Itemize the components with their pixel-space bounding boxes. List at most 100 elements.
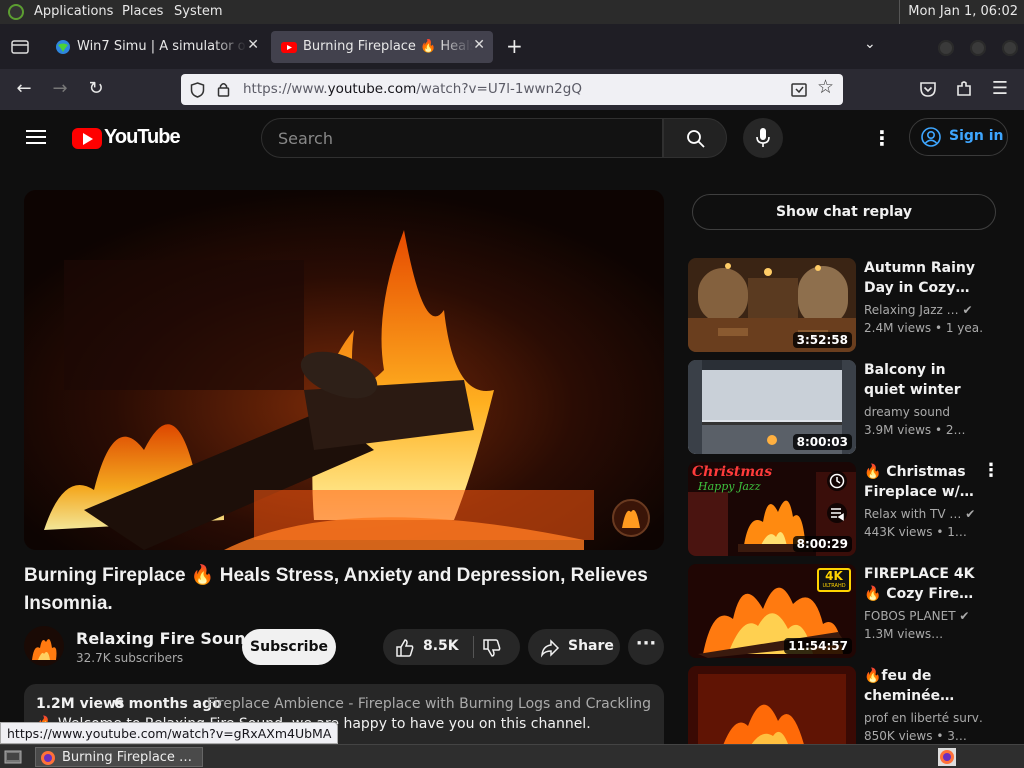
menu-system[interactable]: System bbox=[174, 4, 222, 19]
channel-name[interactable]: Relax with TV … ✔ bbox=[864, 507, 984, 521]
shield-icon[interactable] bbox=[190, 82, 205, 98]
verified-icon: ✔ bbox=[965, 507, 976, 521]
close-window-button[interactable] bbox=[1002, 40, 1018, 56]
add-to-queue-icon[interactable] bbox=[826, 502, 848, 524]
lock-icon[interactable] bbox=[217, 82, 230, 97]
more-options-icon[interactable]: ⋮ bbox=[872, 126, 892, 150]
thumbs-up-icon[interactable] bbox=[395, 638, 415, 658]
address-bar[interactable]: https://www.youtube.com/watch?v=U7l-1wwn… bbox=[181, 74, 843, 105]
sign-in-label: Sign in bbox=[949, 128, 1004, 144]
share-button[interactable]: Share bbox=[528, 629, 620, 665]
show-desktop-icon[interactable] bbox=[4, 749, 22, 765]
voice-search-button[interactable] bbox=[743, 118, 783, 158]
video-player[interactable] bbox=[24, 190, 664, 550]
feu-de-cheminee-image bbox=[688, 666, 856, 744]
minimize-button[interactable] bbox=[938, 40, 954, 56]
back-arrow-icon[interactable]: ← bbox=[13, 78, 35, 100]
close-tab-icon[interactable]: ✕ bbox=[247, 37, 259, 53]
gnome-foot-icon[interactable] bbox=[8, 4, 24, 20]
recommended-video[interactable]: 3:52:58 Autumn Rainy Day in Cozy… Relaxi… bbox=[688, 258, 1008, 352]
tab-label: Win7 Simu | A simulator of W bbox=[77, 39, 247, 54]
recommended-video[interactable]: 4K ULTRAHD 11:54:57 FIREPLACE 4K 🔥 Cozy … bbox=[688, 564, 1008, 658]
subscribe-button[interactable]: Subscribe bbox=[242, 629, 336, 665]
show-chat-replay-button[interactable]: Show chat replay bbox=[692, 194, 996, 230]
share-label: Share bbox=[568, 638, 614, 654]
divider bbox=[473, 636, 474, 658]
share-icon bbox=[540, 639, 560, 658]
search-button[interactable] bbox=[663, 118, 727, 158]
channel-name[interactable]: Relaxing Fire Sound bbox=[76, 629, 257, 648]
taskbar-item-firefox[interactable]: Burning Fireplace … bbox=[35, 747, 203, 767]
video-tags[interactable]: Fireplace Ambience - Fireplace with Burn… bbox=[207, 696, 653, 712]
thumbnail-text: Happy Jazz bbox=[698, 480, 761, 493]
close-tab-icon[interactable]: ✕ bbox=[473, 37, 485, 53]
extensions-icon[interactable] bbox=[955, 80, 973, 98]
recommended-video[interactable]: Christmas Happy Jazz 8:00:29 🔥 Christmas… bbox=[688, 460, 1008, 556]
pocket-icon[interactable] bbox=[919, 80, 937, 98]
search-icon bbox=[687, 130, 705, 148]
duration-badge: 8:00:29 bbox=[792, 536, 852, 552]
duration-badge: 11:54:57 bbox=[784, 638, 852, 654]
new-tab-icon[interactable]: + bbox=[506, 34, 523, 58]
bookmark-star-icon[interactable]: ☆ bbox=[817, 76, 834, 98]
url-text[interactable]: https://www.youtube.com/watch?v=U7l-1wwn… bbox=[243, 81, 582, 97]
video-title[interactable]: Autumn Rainy Day in Cozy… bbox=[864, 258, 986, 298]
duration-badge: 8:00:03 bbox=[792, 434, 852, 450]
reader-view-icon[interactable] bbox=[791, 82, 807, 98]
system-clock[interactable]: Mon Jan 1, 06:02 bbox=[899, 0, 1024, 24]
video-title[interactable]: Balcony in quiet winter mountain… bbox=[864, 360, 986, 400]
firefox-launcher-icon[interactable] bbox=[938, 748, 956, 766]
video-title[interactable]: FIREPLACE 4K 🔥 Cozy Fire… bbox=[864, 564, 986, 604]
video-thumbnail[interactable]: 8:00:03 bbox=[688, 360, 856, 454]
hamburger-menu-icon[interactable]: ☰ bbox=[989, 78, 1011, 100]
guide-menu-icon[interactable] bbox=[26, 129, 46, 145]
recommended-video[interactable]: 🔥feu de cheminée… prof en liberté surv… … bbox=[688, 666, 1008, 744]
channel-name[interactable]: prof en liberté surv… bbox=[864, 711, 984, 725]
recommended-video[interactable]: 8:00:03 Balcony in quiet winter mountain… bbox=[688, 360, 1008, 454]
search-input[interactable]: Search bbox=[261, 118, 663, 158]
youtube-icon bbox=[281, 42, 297, 53]
video-meta: 850K views • 3… bbox=[864, 729, 967, 743]
reload-icon[interactable]: ↻ bbox=[85, 78, 107, 100]
video-title[interactable]: 🔥feu de cheminée… bbox=[864, 666, 986, 706]
link-status-tooltip: https://www.youtube.com/watch?v=gRxAXm4U… bbox=[0, 722, 339, 744]
video-meta: 2.4M views • 1 yea… bbox=[864, 321, 984, 335]
channel-name[interactable]: Relaxing Jazz … ✔ bbox=[864, 303, 984, 317]
browser-nav-bar: ← → ↻ https://www.youtube.com/watch?v=U7… bbox=[0, 69, 1024, 110]
video-title[interactable]: 🔥 Christmas Fireplace w/… bbox=[864, 462, 986, 502]
tab-label: Burning Fireplace 🔥 Heals S bbox=[303, 39, 473, 54]
tab-burning-fireplace[interactable]: Burning Fireplace 🔥 Heals S ✕ bbox=[271, 31, 493, 63]
youtube-wordmark[interactable]: YouTube bbox=[104, 126, 181, 149]
video-thumbnail[interactable]: 3:52:58 bbox=[688, 258, 856, 352]
forward-arrow-icon[interactable]: → bbox=[49, 78, 71, 100]
youtube-logo-icon[interactable] bbox=[72, 128, 102, 149]
maximize-button[interactable] bbox=[970, 40, 986, 56]
fire-icon bbox=[32, 639, 57, 660]
thumbnail-text: Christmas bbox=[692, 464, 773, 480]
taskbar: Burning Fireplace … bbox=[0, 744, 1024, 768]
video-title: Burning Fireplace 🔥 Heals Stress, Anxiet… bbox=[24, 565, 648, 614]
video-menu-icon[interactable]: ⋮ bbox=[982, 460, 1000, 481]
channel-avatar[interactable] bbox=[24, 626, 64, 666]
sign-in-button[interactable]: Sign in bbox=[909, 118, 1008, 156]
tab-win7-simu[interactable]: Win7 Simu | A simulator of W ✕ bbox=[45, 31, 267, 63]
tab-overview-icon[interactable] bbox=[10, 39, 30, 55]
video-thumbnail[interactable] bbox=[688, 666, 856, 744]
chevron-down-icon[interactable]: ⌄ bbox=[864, 36, 876, 52]
menu-places[interactable]: Places bbox=[122, 4, 163, 19]
video-thumbnail[interactable]: 4K ULTRAHD 11:54:57 bbox=[688, 564, 856, 658]
duration-badge: 3:52:58 bbox=[792, 332, 852, 348]
like-count[interactable]: 8.5K bbox=[423, 638, 459, 654]
menu-applications[interactable]: Applications bbox=[34, 4, 113, 19]
watch-later-icon[interactable] bbox=[826, 470, 848, 492]
thumbs-down-icon[interactable] bbox=[482, 638, 502, 658]
more-actions-button[interactable]: ··· bbox=[628, 629, 664, 665]
channel-name[interactable]: dreamy sound bbox=[864, 405, 984, 419]
microphone-icon bbox=[756, 128, 770, 147]
4k-badge: 4K ULTRAHD bbox=[817, 568, 851, 592]
channel-name[interactable]: FOBOS PLANET ✔ bbox=[864, 609, 984, 623]
verified-icon: ✔ bbox=[959, 609, 970, 623]
fireplace-video-frame bbox=[24, 190, 664, 550]
video-thumbnail[interactable]: Christmas Happy Jazz 8:00:29 bbox=[688, 462, 856, 556]
video-meta: 3.9M views • 2… bbox=[864, 423, 966, 437]
